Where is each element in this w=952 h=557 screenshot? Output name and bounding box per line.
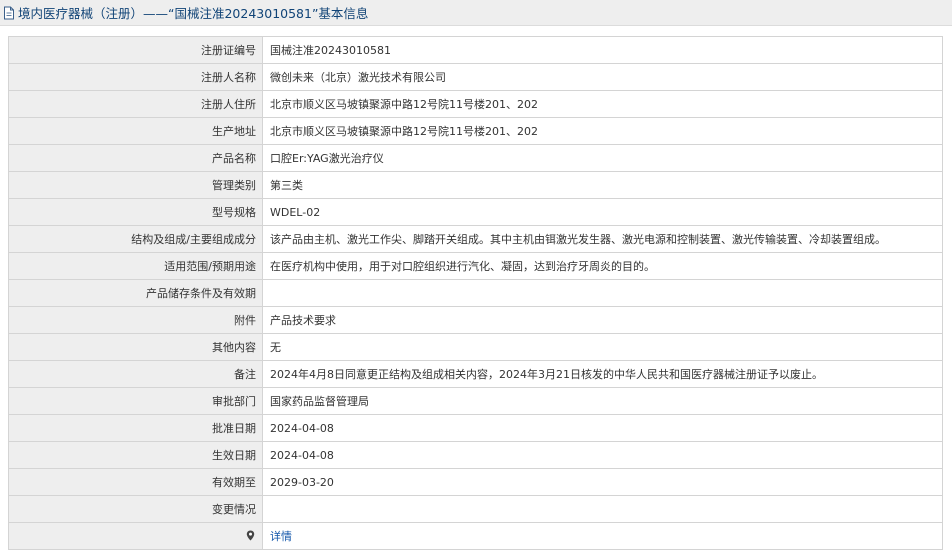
table-row: 变更情况 <box>8 495 943 523</box>
field-label: 备注 <box>8 360 263 388</box>
field-label: 变更情况 <box>8 495 263 523</box>
field-label: 附件 <box>8 306 263 334</box>
field-label: 产品名称 <box>8 144 263 172</box>
field-value: WDEL-02 <box>262 198 943 226</box>
field-label: 生产地址 <box>8 117 263 145</box>
detail-icon-cell <box>8 522 263 550</box>
field-value: 北京市顺义区马坡镇聚源中路12号院11号楼201、202 <box>262 117 943 145</box>
field-label: 注册证编号 <box>8 36 263 64</box>
detail-link-cell: 详情 <box>262 522 943 550</box>
table-row: 型号规格 WDEL-02 <box>8 198 943 226</box>
table-row: 备注 2024年4月8日同意更正结构及组成相关内容，2024年3月21日核发的中华… <box>8 360 943 388</box>
detail-row: 详情 <box>8 522 943 550</box>
field-value: 第三类 <box>262 171 943 199</box>
field-label: 注册人住所 <box>8 90 263 118</box>
table-row: 注册证编号 国械注准20243010581 <box>8 36 943 64</box>
field-value: 2024年4月8日同意更正结构及组成相关内容，2024年3月21日核发的中华人民… <box>262 360 943 388</box>
field-label: 适用范围/预期用途 <box>8 252 263 280</box>
field-value: 北京市顺义区马坡镇聚源中路12号院11号楼201、202 <box>262 90 943 118</box>
field-value: 口腔Er:YAG激光治疗仪 <box>262 144 943 172</box>
table-row: 生效日期 2024-04-08 <box>8 441 943 469</box>
field-label: 有效期至 <box>8 468 263 496</box>
field-value: 微创未来（北京）激光技术有限公司 <box>262 63 943 91</box>
field-label: 其他内容 <box>8 333 263 361</box>
map-pin-icon <box>246 530 255 541</box>
table-row: 有效期至 2029-03-20 <box>8 468 943 496</box>
field-value: 在医疗机构中使用，用于对口腔组织进行汽化、凝固，达到治疗牙周炎的目的。 <box>262 252 943 280</box>
table-row: 批准日期 2024-04-08 <box>8 414 943 442</box>
field-value <box>262 279 943 307</box>
table-row: 附件 产品技术要求 <box>8 306 943 334</box>
field-label: 管理类别 <box>8 171 263 199</box>
page-title: 境内医疗器械（注册）——“国械注准20243010581”基本信息 <box>18 6 369 21</box>
table-row: 结构及组成/主要组成成分 该产品由主机、激光工作尖、脚踏开关组成。其中主机由铒激光… <box>8 225 943 253</box>
field-label: 型号规格 <box>8 198 263 226</box>
field-value: 国械注准20243010581 <box>262 36 943 64</box>
table-row: 产品名称 口腔Er:YAG激光治疗仪 <box>8 144 943 172</box>
field-label: 产品储存条件及有效期 <box>8 279 263 307</box>
table-row: 产品储存条件及有效期 <box>8 279 943 307</box>
document-icon <box>3 6 15 20</box>
field-value: 2024-04-08 <box>262 441 943 469</box>
page-header: 境内医疗器械（注册）——“国械注准20243010581”基本信息 <box>0 0 952 26</box>
table-row: 其他内容无 <box>8 333 943 361</box>
field-label: 注册人名称 <box>8 63 263 91</box>
table-row: 管理类别 第三类 <box>8 171 943 199</box>
table-row: 审批部门 国家药品监督管理局 <box>8 387 943 415</box>
table-row: 生产地址 北京市顺义区马坡镇聚源中路12号院11号楼201、202 <box>8 117 943 145</box>
device-info-table: 注册证编号 国械注准20243010581 注册人名称 微创未来（北京）激光技术有限公… <box>8 36 943 550</box>
field-value <box>262 495 943 523</box>
table-row: 注册人名称 微创未来（北京）激光技术有限公司 <box>8 63 943 91</box>
field-label: 审批部门 <box>8 387 263 415</box>
table-row: 适用范围/预期用途 在医疗机构中使用，用于对口腔组织进行汽化、凝固，达到治疗牙周炎… <box>8 252 943 280</box>
field-value: 该产品由主机、激光工作尖、脚踏开关组成。其中主机由铒激光发生器、激光电源和控制装… <box>262 225 943 253</box>
field-value: 2029-03-20 <box>262 468 943 496</box>
field-value: 无 <box>262 333 943 361</box>
detail-link[interactable]: 详情 <box>270 530 292 543</box>
field-value: 产品技术要求 <box>262 306 943 334</box>
field-label: 批准日期 <box>8 414 263 442</box>
field-label: 生效日期 <box>8 441 263 469</box>
field-value: 国家药品监督管理局 <box>262 387 943 415</box>
field-value: 2024-04-08 <box>262 414 943 442</box>
table-row: 注册人住所 北京市顺义区马坡镇聚源中路12号院11号楼201、202 <box>8 90 943 118</box>
field-label: 结构及组成/主要组成成分 <box>8 225 263 253</box>
